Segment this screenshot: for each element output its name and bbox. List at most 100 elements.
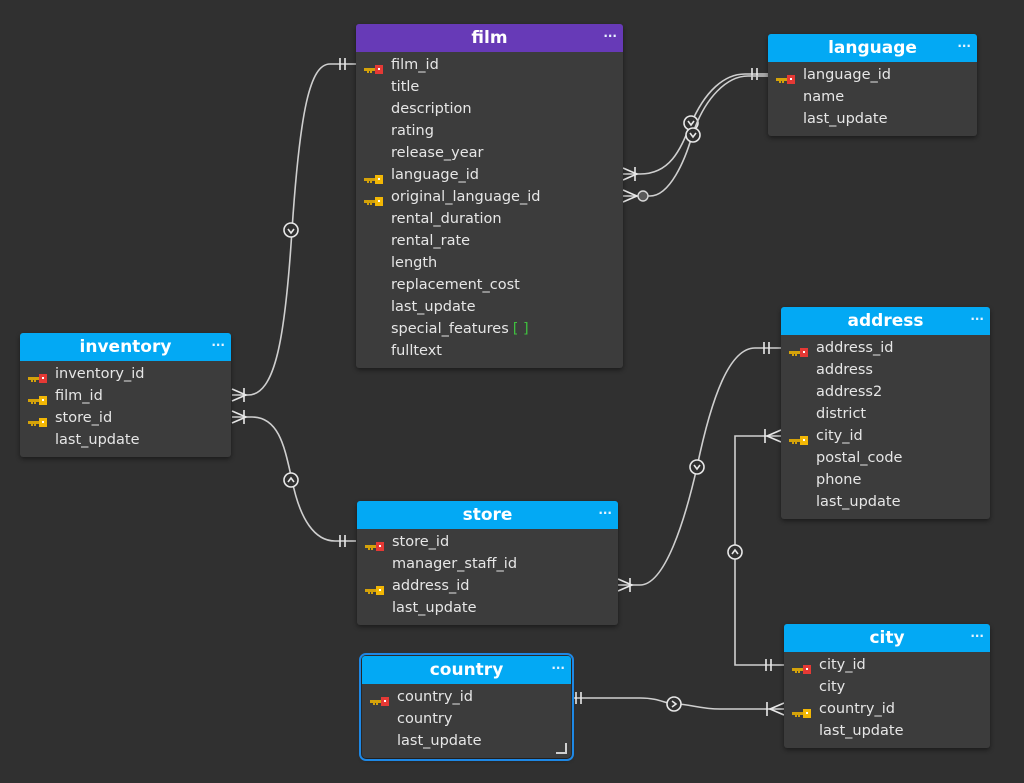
table-menu-button[interactable]: ··· xyxy=(957,32,971,60)
table-film[interactable]: film ··· film_id title description rating rele… xyxy=(356,24,623,368)
column-row[interactable]: postal_code xyxy=(781,447,990,469)
primary-key-icon xyxy=(364,60,384,74)
relationship-badge[interactable] xyxy=(685,127,701,143)
table-city[interactable]: city ··· city_idcity country_id last_update xyxy=(784,624,990,748)
table-store[interactable]: store ··· store_id manager_staff_id address_… xyxy=(357,501,618,625)
column-name: country_id xyxy=(819,701,895,717)
column-row[interactable]: last_update xyxy=(781,491,990,513)
table-header[interactable]: store ··· xyxy=(357,501,618,529)
table-header[interactable]: film ··· xyxy=(356,24,623,52)
column-row[interactable]: rental_rate xyxy=(356,230,623,252)
primary-key-icon xyxy=(370,692,390,706)
resize-handle[interactable] xyxy=(556,743,567,754)
column-row[interactable]: last_update xyxy=(20,429,231,451)
column-row[interactable]: manager_staff_id xyxy=(357,553,618,575)
column-row[interactable]: last_update xyxy=(768,108,977,130)
column-name: last_update xyxy=(391,299,476,315)
column-name: special_features xyxy=(391,321,509,337)
column-row[interactable]: country_id xyxy=(362,686,571,708)
column-name: city xyxy=(819,679,846,695)
column-row[interactable]: address_id xyxy=(357,575,618,597)
column-name: last_update xyxy=(803,111,888,127)
primary-key-icon xyxy=(776,70,796,84)
table-menu-button[interactable]: ··· xyxy=(603,22,617,50)
table-country[interactable]: country ··· country_id country last_update xyxy=(359,653,574,761)
relationship-badge[interactable] xyxy=(283,222,299,238)
relationship-badge[interactable] xyxy=(727,544,743,560)
table-inventory[interactable]: inventory ··· inventory_id film_id store_idl… xyxy=(20,333,231,457)
table-title: store xyxy=(462,505,513,525)
column-row[interactable]: inventory_id xyxy=(20,363,231,385)
relationship-badge[interactable] xyxy=(666,696,682,712)
column-row[interactable]: country xyxy=(362,708,571,730)
table-header[interactable]: inventory ··· xyxy=(20,333,231,361)
column-name: rating xyxy=(391,123,434,139)
column-row[interactable]: language_id xyxy=(768,64,977,86)
column-row[interactable]: store_id xyxy=(357,531,618,553)
column-row[interactable]: fulltext xyxy=(356,340,623,362)
diagram-canvas[interactable]: film ··· film_id title description rating rele… xyxy=(0,0,1024,783)
table-menu-button[interactable]: ··· xyxy=(970,305,984,333)
column-row[interactable]: address2 xyxy=(781,381,990,403)
table-title: language xyxy=(828,38,917,58)
column-row[interactable]: replacement_cost xyxy=(356,274,623,296)
column-row[interactable]: rental_duration xyxy=(356,208,623,230)
column-name: city_id xyxy=(816,428,863,444)
column-row[interactable]: length xyxy=(356,252,623,274)
foreign-key-icon xyxy=(792,704,812,718)
column-name: rental_rate xyxy=(391,233,471,249)
column-row[interactable]: last_update xyxy=(356,296,623,318)
column-name: address2 xyxy=(816,384,883,400)
column-name: store_id xyxy=(55,410,113,426)
column-row[interactable]: phone xyxy=(781,469,990,491)
column-row[interactable]: city_id xyxy=(784,654,990,676)
table-menu-button[interactable]: ··· xyxy=(598,499,612,527)
column-list: film_id title description rating release_yea… xyxy=(356,52,623,368)
column-row[interactable]: rating xyxy=(356,120,623,142)
relationship-address-city[interactable] xyxy=(727,429,784,671)
column-row[interactable]: country_id xyxy=(784,698,990,720)
table-header[interactable]: address ··· xyxy=(781,307,990,335)
column-row[interactable]: film_id xyxy=(356,54,623,76)
relationship-badge[interactable] xyxy=(689,459,705,475)
column-row[interactable]: release_year xyxy=(356,142,623,164)
column-row[interactable]: last_update xyxy=(357,597,618,619)
table-menu-button[interactable]: ··· xyxy=(970,622,984,650)
primary-key-icon xyxy=(28,369,48,383)
column-name: store_id xyxy=(392,534,450,550)
column-name: address_id xyxy=(392,578,470,594)
column-row[interactable]: address xyxy=(781,359,990,381)
table-title: country xyxy=(429,660,504,680)
column-row[interactable]: description xyxy=(356,98,623,120)
relationship-film-original-language[interactable] xyxy=(622,75,768,203)
table-header[interactable]: city ··· xyxy=(784,624,990,652)
table-language[interactable]: language ··· language_id name last_update xyxy=(768,34,977,136)
column-row[interactable]: last_update xyxy=(784,720,990,742)
column-row[interactable]: last_update xyxy=(362,730,571,752)
relationship-store-address[interactable] xyxy=(617,342,781,592)
column-row[interactable]: film_id xyxy=(20,385,231,407)
column-row[interactable]: special_features[ ] xyxy=(356,318,623,340)
column-row[interactable]: name xyxy=(768,86,977,108)
relationship-inventory-film[interactable] xyxy=(231,58,356,402)
column-row[interactable]: title xyxy=(356,76,623,98)
column-row[interactable]: address_id xyxy=(781,337,990,359)
column-name: last_update xyxy=(392,600,477,616)
column-name: last_update xyxy=(397,733,482,749)
table-menu-button[interactable]: ··· xyxy=(551,654,565,682)
table-address[interactable]: address ··· address_id address address2 distr… xyxy=(781,307,990,519)
table-header[interactable]: country ··· xyxy=(362,656,571,684)
table-menu-button[interactable]: ··· xyxy=(211,331,225,359)
relationship-inventory-store[interactable] xyxy=(231,410,356,547)
column-name: country xyxy=(397,711,453,727)
column-row[interactable]: store_id xyxy=(20,407,231,429)
table-header[interactable]: language ··· xyxy=(768,34,977,62)
column-row[interactable]: city_id xyxy=(781,425,990,447)
relationship-badge[interactable] xyxy=(283,472,299,488)
relationship-city-country[interactable] xyxy=(572,692,785,716)
column-name: last_update xyxy=(819,723,904,739)
column-row[interactable]: city xyxy=(784,676,990,698)
column-row[interactable]: district xyxy=(781,403,990,425)
column-row[interactable]: original_language_id xyxy=(356,186,623,208)
column-row[interactable]: language_id xyxy=(356,164,623,186)
